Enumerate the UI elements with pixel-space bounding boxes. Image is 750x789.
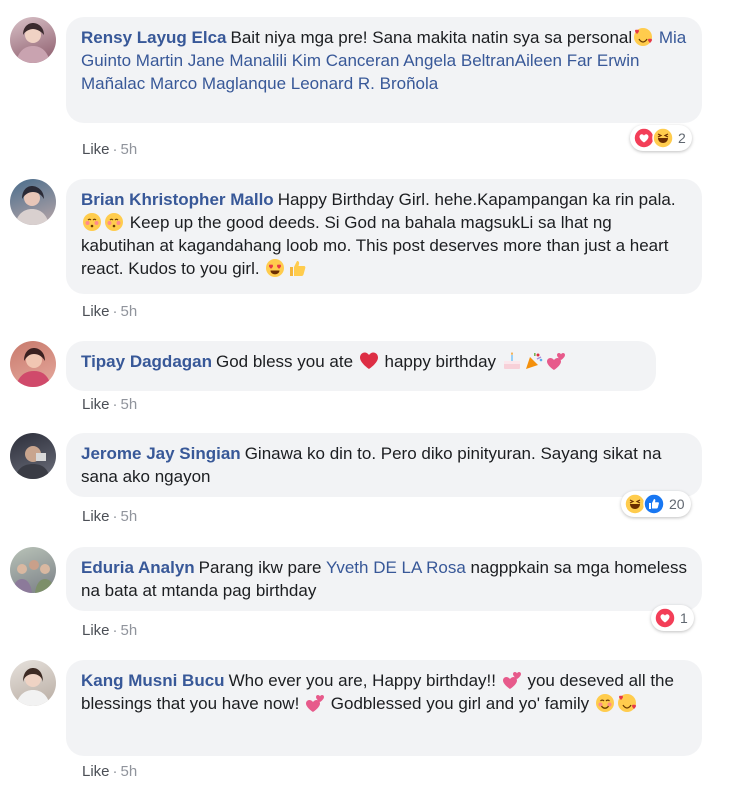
separator: · bbox=[112, 508, 118, 525]
reaction-summary[interactable]: 2 bbox=[630, 125, 692, 151]
separator: · bbox=[112, 141, 118, 158]
thumbs-up-emoji bbox=[290, 261, 306, 276]
comment-text: Bait niya mga pre! Sana makita natin sya… bbox=[230, 28, 633, 47]
comment-author[interactable]: Eduria Analyn bbox=[81, 558, 195, 577]
like-button[interactable]: Like bbox=[82, 763, 110, 780]
separator: · bbox=[112, 763, 118, 780]
avatar[interactable] bbox=[10, 341, 56, 387]
timestamp[interactable]: 5h bbox=[121, 622, 138, 639]
like-react-icon bbox=[643, 493, 665, 515]
comment-text: Who ever you are, Happy birthday!! bbox=[228, 671, 496, 690]
reaction-summary[interactable]: 1 bbox=[651, 605, 694, 631]
comment-bubble: Jerome Jay Singian Ginawa ko din to. Pero… bbox=[66, 433, 702, 497]
like-button[interactable]: Like bbox=[82, 508, 110, 525]
red-heart-emoji bbox=[359, 352, 378, 369]
love-react-icon bbox=[654, 607, 676, 629]
like-button[interactable]: Like bbox=[82, 396, 110, 413]
comment-bubble: Kang Musni Bucu Who ever you are, Happy b… bbox=[66, 660, 702, 756]
comment-actions: Like · 5h bbox=[82, 303, 137, 320]
comment-text: Parang ikw pare bbox=[198, 558, 322, 577]
comment-actions: Like · 5h bbox=[82, 396, 137, 413]
comment-author[interactable]: Brian Khristopher Mallo bbox=[81, 190, 274, 209]
separator: · bbox=[112, 303, 118, 320]
timestamp[interactable]: 5h bbox=[121, 141, 138, 158]
like-button[interactable]: Like bbox=[82, 141, 110, 158]
reaction-count: 20 bbox=[669, 496, 685, 512]
comment-author[interactable]: Rensy Layug Elca bbox=[81, 28, 227, 47]
reaction-count: 2 bbox=[678, 130, 686, 146]
comment-author[interactable]: Tipay Dagdagan bbox=[81, 352, 212, 371]
timestamp[interactable]: 5h bbox=[121, 508, 138, 525]
two-hearts-emoji bbox=[546, 353, 565, 370]
timestamp[interactable]: 5h bbox=[121, 396, 138, 413]
tagged-name[interactable]: Yveth DE LA Rosa bbox=[326, 558, 466, 577]
blush-emoji bbox=[595, 694, 614, 712]
reaction-count: 1 bbox=[680, 610, 688, 626]
comment-author[interactable]: Kang Musni Bucu bbox=[81, 671, 225, 690]
comment-text: Happy Birthday Girl. hehe.Kapampangan ka… bbox=[277, 190, 676, 209]
smiling-face-with-hearts-emoji bbox=[617, 694, 636, 712]
avatar[interactable] bbox=[10, 17, 56, 63]
comment-text: Keep up the good deeds. Si God na bahala… bbox=[81, 213, 669, 278]
two-hearts-emoji bbox=[306, 695, 325, 712]
two-hearts-emoji bbox=[502, 672, 521, 689]
comment-bubble: Rensy Layug Elca Bait niya mga pre! Sana … bbox=[66, 17, 702, 123]
haha-react-icon bbox=[652, 127, 674, 149]
comment-author[interactable]: Jerome Jay Singian bbox=[81, 444, 241, 463]
comment-text: happy birthday bbox=[384, 352, 497, 371]
avatar[interactable] bbox=[10, 660, 56, 706]
comment-actions: Like · 5h bbox=[82, 763, 137, 780]
party-popper-emoji bbox=[525, 353, 543, 369]
comment-bubble: Brian Khristopher Mallo Happy Birthday Gi… bbox=[66, 179, 702, 294]
avatar[interactable] bbox=[10, 547, 56, 593]
timestamp[interactable]: 5h bbox=[121, 303, 138, 320]
separator: · bbox=[112, 396, 118, 413]
comment-actions: Like · 5h bbox=[82, 622, 137, 639]
smiling-face-with-hearts-emoji bbox=[634, 28, 653, 46]
reaction-summary[interactable]: 20 bbox=[621, 491, 691, 517]
comment-thread: Rensy Layug Elca Bait niya mga pre! Sana … bbox=[0, 0, 750, 789]
comment-actions: Like · 5h bbox=[82, 141, 137, 158]
comment-text: God bless you ate bbox=[216, 352, 354, 371]
timestamp[interactable]: 5h bbox=[121, 763, 138, 780]
birthday-cake-emoji bbox=[503, 352, 520, 369]
like-button[interactable]: Like bbox=[82, 303, 110, 320]
blush-kiss-emoji bbox=[83, 213, 101, 231]
separator: · bbox=[112, 622, 118, 639]
avatar[interactable] bbox=[10, 179, 56, 225]
avatar[interactable] bbox=[10, 433, 56, 479]
comment-bubble: Eduria Analyn Parang ikw pare Yveth DE LA… bbox=[66, 547, 702, 611]
comment-actions: Like · 5h bbox=[82, 508, 137, 525]
blush-kiss-emoji bbox=[105, 213, 123, 231]
comment-bubble: Tipay Dagdagan God bless you ate happy bi… bbox=[66, 341, 656, 391]
like-button[interactable]: Like bbox=[82, 622, 110, 639]
comment-text: Godblessed you girl and yo' family bbox=[330, 694, 590, 713]
heart-eyes-emoji bbox=[266, 259, 285, 277]
